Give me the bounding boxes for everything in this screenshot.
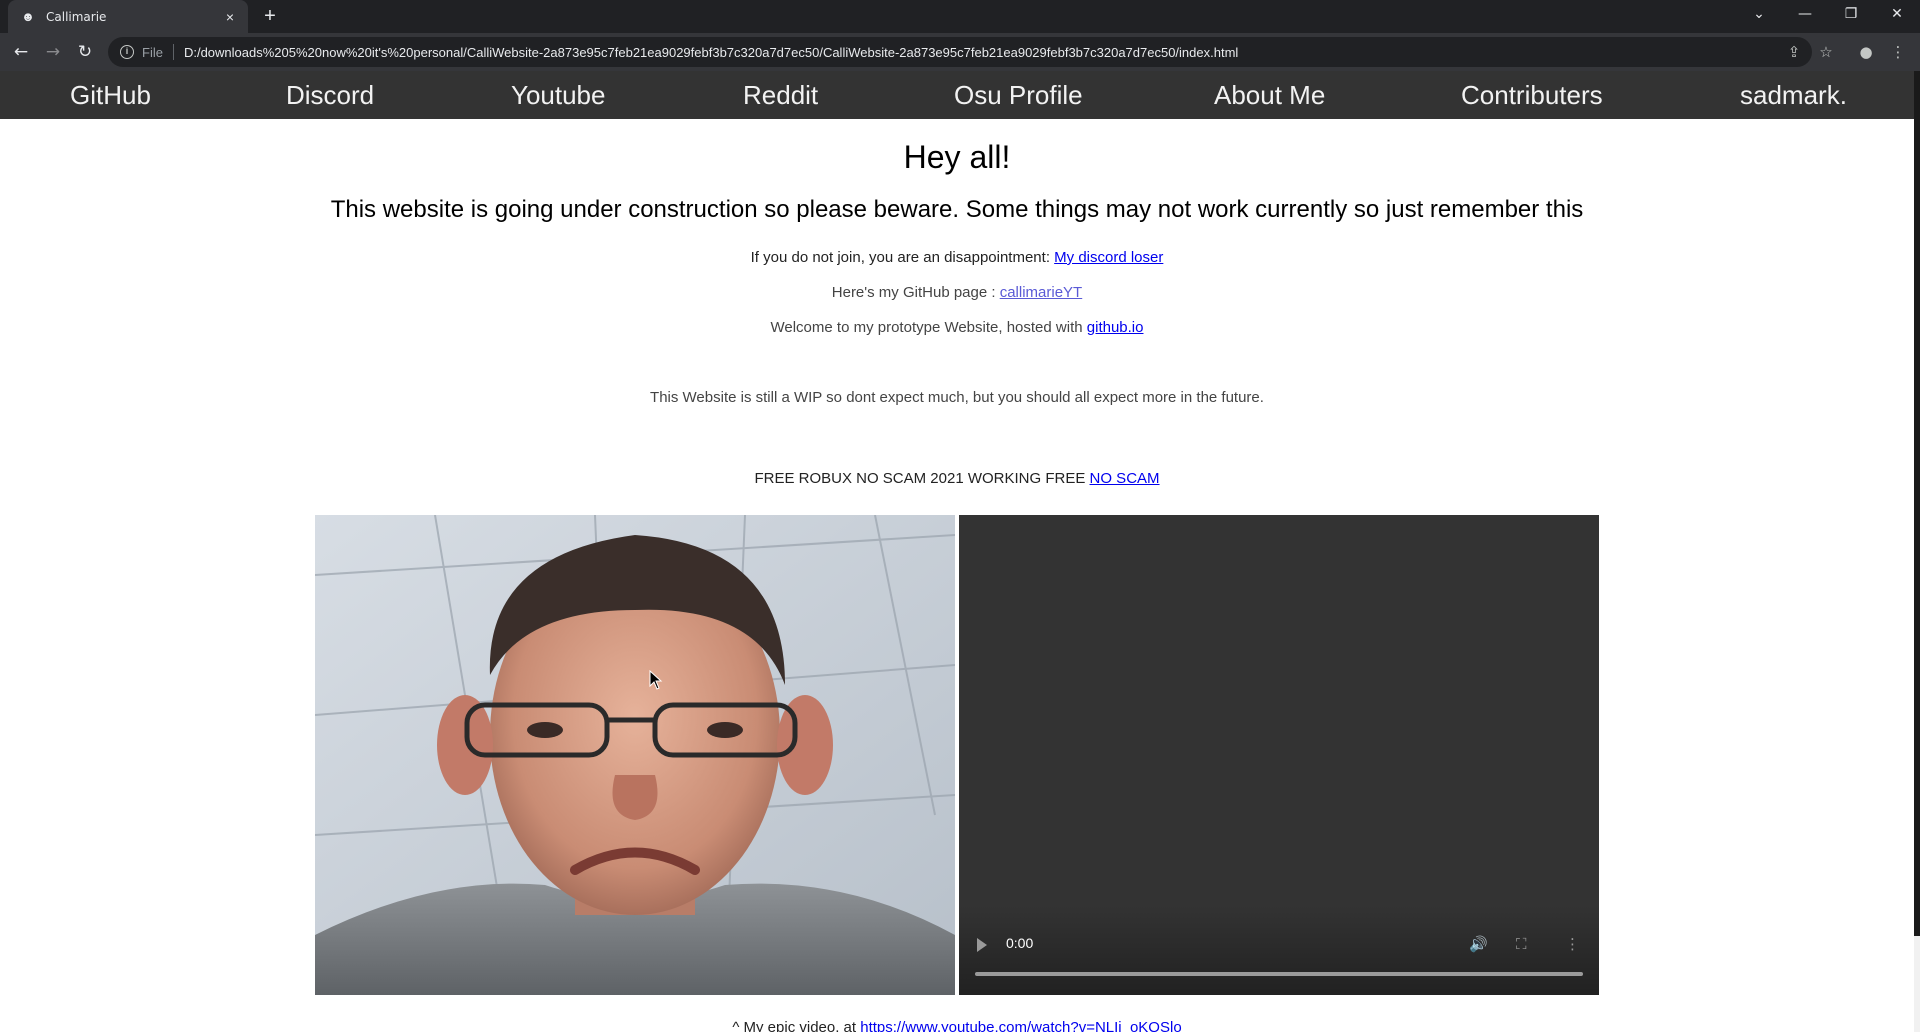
browser-menu-icon[interactable]: ⋮: [1888, 42, 1908, 62]
url-scheme-label: File: [142, 44, 163, 60]
youtube-video-link[interactable]: https://www.youtube.com/watch?v=NLIi_oKQ…: [860, 1019, 1181, 1032]
sad-face-photo: [315, 515, 955, 995]
reload-button[interactable]: ↻: [73, 40, 97, 64]
site-navbar: GitHub Discord Youtube Reddit Osu Profil…: [0, 71, 1914, 119]
page-scrollbar[interactable]: [1914, 71, 1920, 1032]
tab-strip: ☻ Callimarie × + ⌄ — ❐ ✕: [0, 0, 1920, 33]
video-time: 0:00: [1006, 935, 1034, 951]
nav-link-contributers[interactable]: Contributers: [1461, 71, 1603, 119]
web-page: GitHub Discord Youtube Reddit Osu Profil…: [0, 71, 1914, 1032]
tab-close-icon[interactable]: ×: [222, 9, 238, 25]
nav-link-discord[interactable]: Discord: [286, 71, 374, 119]
site-info-icon[interactable]: i: [120, 45, 134, 59]
url-text[interactable]: D:/downloads%205%20now%20it's%20personal…: [184, 45, 1238, 60]
nav-link-sadmark[interactable]: sadmark.: [1740, 71, 1847, 119]
video-more-icon[interactable]: ⋮: [1565, 935, 1580, 953]
discord-link[interactable]: My discord loser: [1054, 249, 1163, 266]
github-io-link[interactable]: github.io: [1087, 319, 1144, 336]
volume-icon[interactable]: 🔊: [1469, 935, 1488, 953]
wip-notice: This Website is still a WIP so dont expe…: [650, 389, 1264, 406]
nav-link-github[interactable]: GitHub: [70, 71, 151, 119]
no-scam-link[interactable]: NO SCAM: [1090, 470, 1160, 487]
github-profile-link[interactable]: callimarieYT: [1000, 284, 1083, 301]
robux-line-text: FREE ROBUX NO SCAM 2021 WORKING FREE: [754, 470, 1090, 487]
video-caption: ^ My epic video, at https://www.youtube.…: [0, 1019, 1914, 1032]
tab-search-icon[interactable]: ⌄: [1736, 0, 1782, 30]
github-line: Here's my GitHub page : callimarieYT: [0, 284, 1914, 301]
nav-link-reddit[interactable]: Reddit: [743, 71, 818, 119]
video-caption-text: ^ My epic video, at: [732, 1019, 861, 1032]
share-icon[interactable]: ⇪: [1784, 42, 1804, 62]
address-bar[interactable]: i File D:/downloads%205%20now%20it's%20p…: [108, 37, 1812, 67]
omnibox-separator: [172, 44, 174, 60]
site-favicon-icon: ☻: [21, 8, 35, 24]
restore-button[interactable]: ❐: [1828, 0, 1874, 30]
nav-link-about-me[interactable]: About Me: [1214, 71, 1325, 119]
video-player[interactable]: 0:00 🔊 ⛶ ⋮: [959, 515, 1599, 995]
sad-face-photo-graphic: [315, 515, 955, 995]
video-controls-overlay: [959, 905, 1599, 995]
discord-line: If you do not join, you are an disappoin…: [0, 249, 1914, 266]
robux-line: FREE ROBUX NO SCAM 2021 WORKING FREE NO …: [0, 470, 1914, 487]
browser-tab[interactable]: ☻ Callimarie ×: [8, 0, 248, 33]
github-line-text: Here's my GitHub page :: [831, 284, 1000, 301]
nav-link-osu-profile[interactable]: Osu Profile: [954, 71, 1083, 119]
play-icon[interactable]: [977, 938, 987, 952]
discord-line-text: If you do not join, you are an disappoin…: [750, 249, 1055, 266]
page-heading: Hey all!: [903, 139, 1011, 175]
fullscreen-icon[interactable]: ⛶: [1516, 935, 1527, 953]
nav-link-youtube[interactable]: Youtube: [511, 71, 605, 119]
minimize-button[interactable]: —: [1782, 0, 1828, 30]
welcome-line: Welcome to my prototype Website, hosted …: [0, 319, 1914, 336]
close-window-button[interactable]: ✕: [1874, 0, 1920, 30]
scrollbar-thumb[interactable]: [1914, 71, 1920, 936]
video-progress-bar[interactable]: [975, 972, 1583, 976]
profile-icon[interactable]: ●: [1856, 42, 1876, 62]
forward-button[interactable]: →: [41, 40, 65, 64]
new-tab-button[interactable]: +: [258, 5, 282, 29]
tab-title: Callimarie: [46, 9, 107, 24]
construction-notice: This website is going under construction…: [330, 196, 1584, 223]
mouse-cursor-icon: [649, 670, 663, 690]
bookmark-star-icon[interactable]: ☆: [1816, 42, 1836, 62]
browser-toolbar: ← → ↻ i File D:/downloads%205%20now%20it…: [0, 33, 1920, 71]
welcome-line-text: Welcome to my prototype Website, hosted …: [770, 319, 1087, 336]
back-button[interactable]: ←: [9, 40, 33, 64]
